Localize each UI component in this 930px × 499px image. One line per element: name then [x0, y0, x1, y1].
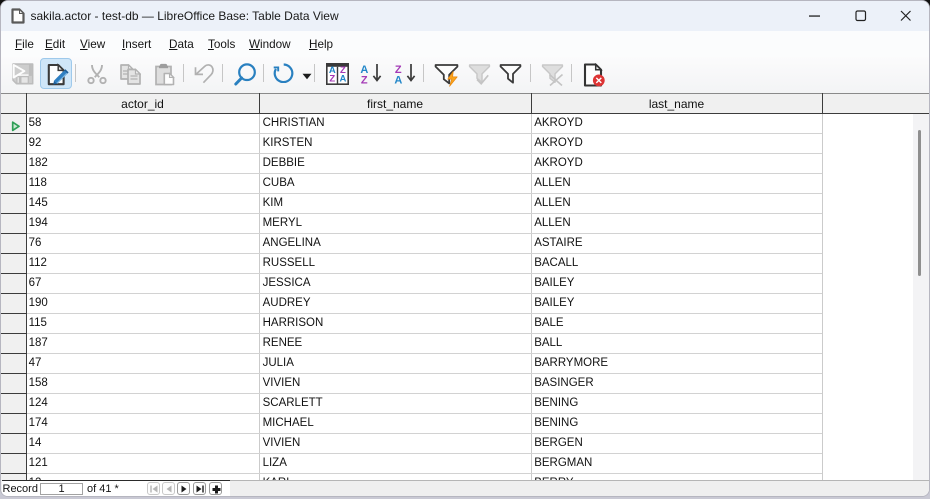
- svg-text:Z: Z: [329, 74, 335, 85]
- svg-text:A: A: [394, 75, 402, 86]
- svg-text:A: A: [339, 74, 346, 85]
- svg-text:Z: Z: [361, 75, 368, 86]
